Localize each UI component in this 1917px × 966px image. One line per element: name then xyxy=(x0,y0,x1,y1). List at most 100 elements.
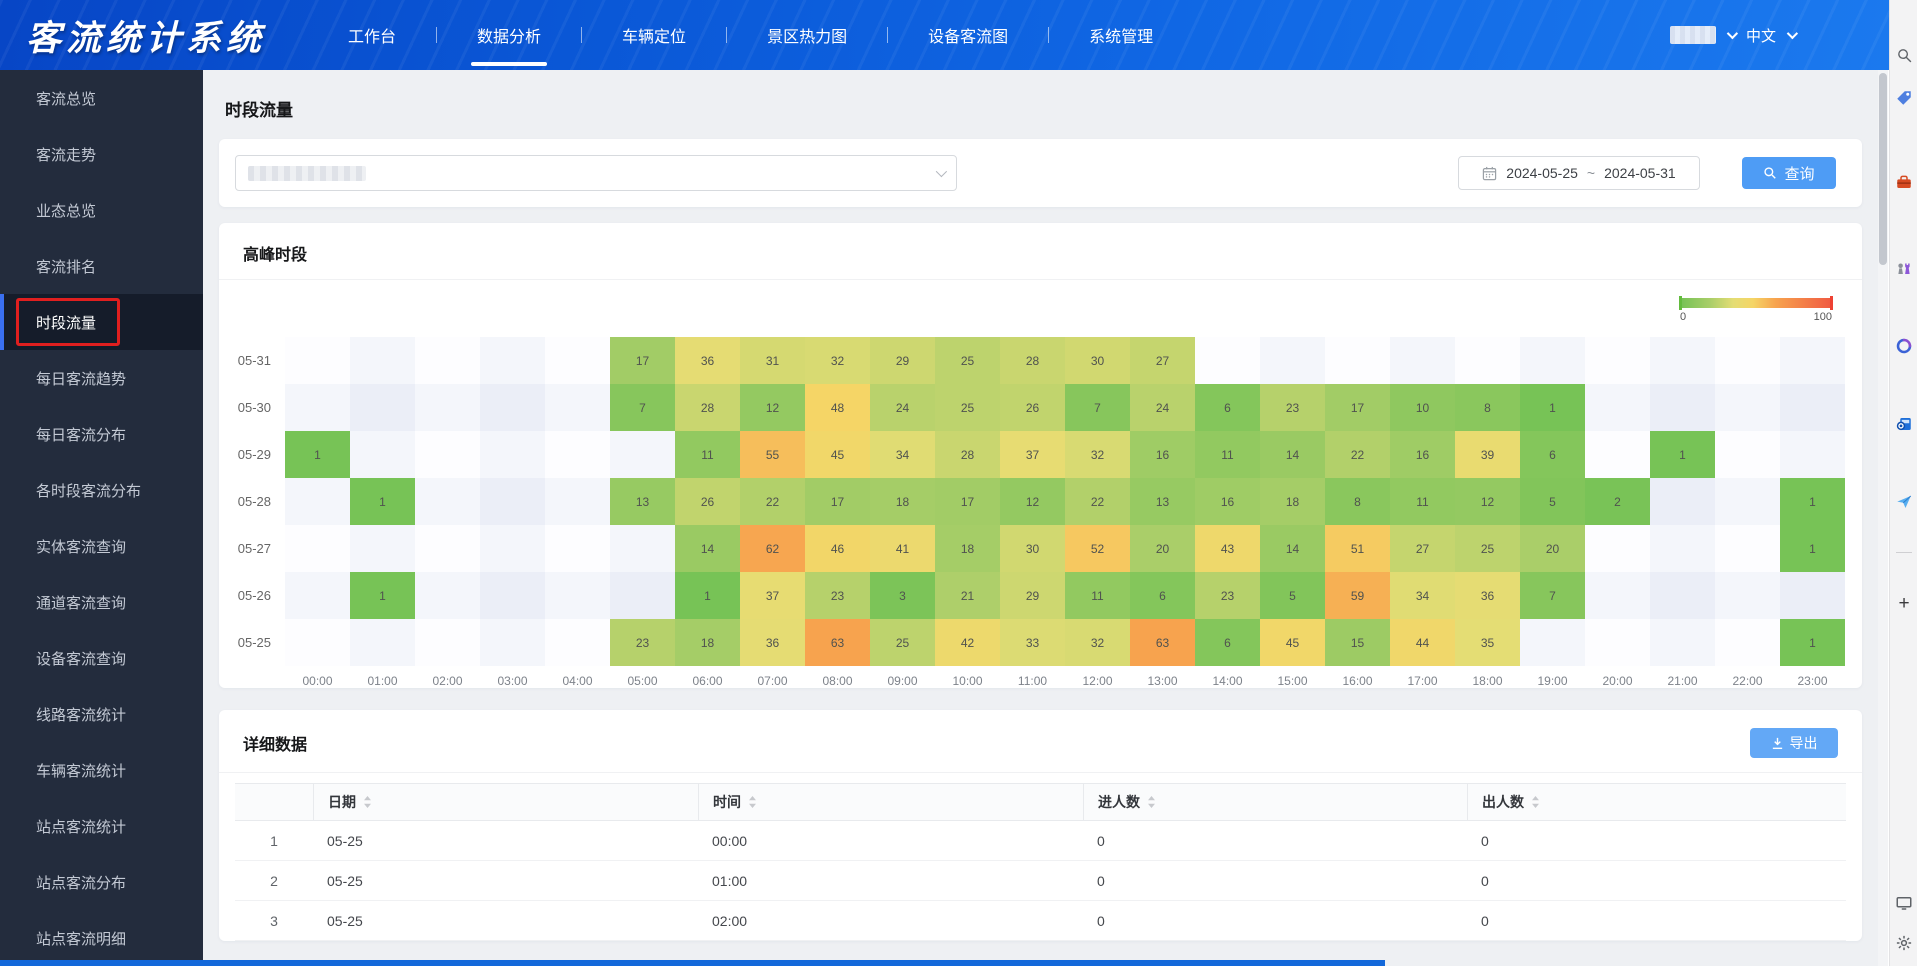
toolbox-icon[interactable] xyxy=(1894,172,1914,192)
heatmap-cell[interactable] xyxy=(480,337,545,384)
heatmap-cell[interactable]: 7 xyxy=(1065,384,1130,431)
sidebar-item-8[interactable]: 各时段客流分布 xyxy=(0,462,203,518)
query-button[interactable]: 查询 xyxy=(1742,157,1836,189)
heatmap-cell[interactable]: 27 xyxy=(1390,525,1455,572)
heatmap-cell[interactable] xyxy=(415,337,480,384)
heatmap-cell[interactable] xyxy=(480,525,545,572)
heatmap-cell[interactable] xyxy=(1650,337,1715,384)
heatmap-cell[interactable]: 15 xyxy=(1325,619,1390,666)
heatmap-cell[interactable]: 24 xyxy=(1130,384,1195,431)
heatmap-cell[interactable] xyxy=(545,384,610,431)
heatmap-cell[interactable]: 10 xyxy=(1390,384,1455,431)
heatmap-cell[interactable]: 1 xyxy=(1780,478,1845,525)
heatmap-cell[interactable]: 1 xyxy=(1780,525,1845,572)
heatmap-cell[interactable]: 23 xyxy=(1260,384,1325,431)
heatmap-cell[interactable]: 35 xyxy=(1455,619,1520,666)
sidebar-item-15[interactable]: 站点客流分布 xyxy=(0,854,203,910)
heatmap-cell[interactable] xyxy=(1715,384,1780,431)
heatmap-cell[interactable] xyxy=(480,619,545,666)
table-header-4[interactable]: 出人数 xyxy=(1467,784,1846,820)
table-row[interactable]: 305-2502:0000 xyxy=(235,901,1846,941)
heatmap-cell[interactable] xyxy=(1650,619,1715,666)
heatmap-cell[interactable] xyxy=(1780,431,1845,478)
sidebar-item-12[interactable]: 线路客流统计 xyxy=(0,686,203,742)
heatmap-cell[interactable]: 45 xyxy=(805,431,870,478)
heatmap-cell[interactable]: 17 xyxy=(610,337,675,384)
heatmap-cell[interactable] xyxy=(350,525,415,572)
heatmap-cell[interactable]: 20 xyxy=(1520,525,1585,572)
heatmap-cell[interactable]: 36 xyxy=(675,337,740,384)
heatmap-cell[interactable]: 11 xyxy=(1065,572,1130,619)
heatmap-cell[interactable]: 13 xyxy=(1130,478,1195,525)
heatmap-cell[interactable]: 27 xyxy=(1130,337,1195,384)
tag-icon[interactable] xyxy=(1894,88,1914,108)
heatmap-cell[interactable] xyxy=(610,431,675,478)
scenic-select[interactable] xyxy=(235,155,957,191)
sidebar-item-2[interactable]: 客流走势 xyxy=(0,126,203,182)
heatmap-cell[interactable]: 36 xyxy=(740,619,805,666)
heatmap-cell[interactable] xyxy=(545,619,610,666)
heatmap-cell[interactable]: 23 xyxy=(805,572,870,619)
heatmap-cell[interactable]: 5 xyxy=(1520,478,1585,525)
heatmap-cell[interactable] xyxy=(1780,384,1845,431)
heatmap-cell[interactable] xyxy=(480,478,545,525)
heatmap-cell[interactable] xyxy=(480,384,545,431)
heatmap-cell[interactable] xyxy=(610,572,675,619)
heatmap-cell[interactable] xyxy=(480,431,545,478)
app-scrollbar[interactable] xyxy=(1878,70,1888,966)
heatmap-cell[interactable]: 37 xyxy=(1000,431,1065,478)
heatmap-cell[interactable]: 31 xyxy=(740,337,805,384)
heatmap-cell[interactable]: 23 xyxy=(610,619,675,666)
scrollbar-thumb[interactable] xyxy=(1879,73,1887,265)
heatmap-cell[interactable]: 44 xyxy=(1390,619,1455,666)
heatmap-cell[interactable]: 24 xyxy=(870,384,935,431)
heatmap-cell[interactable] xyxy=(545,572,610,619)
heatmap-cell[interactable]: 8 xyxy=(1455,384,1520,431)
chevron-down-icon[interactable] xyxy=(1787,28,1798,39)
heatmap-cell[interactable]: 1 xyxy=(675,572,740,619)
heatmap-cell[interactable]: 52 xyxy=(1065,525,1130,572)
settings-icon[interactable] xyxy=(1894,933,1914,953)
heatmap-cell[interactable]: 45 xyxy=(1260,619,1325,666)
heatmap-cell[interactable]: 46 xyxy=(805,525,870,572)
heatmap-cell[interactable]: 3 xyxy=(870,572,935,619)
heatmap-cell[interactable]: 22 xyxy=(1065,478,1130,525)
heatmap-cell[interactable] xyxy=(610,525,675,572)
heatmap-cell[interactable]: 37 xyxy=(740,572,805,619)
heatmap-cell[interactable]: 25 xyxy=(1455,525,1520,572)
heatmap-cell[interactable] xyxy=(350,431,415,478)
heatmap-cell[interactable]: 42 xyxy=(935,619,1000,666)
heatmap-cell[interactable]: 62 xyxy=(740,525,805,572)
heatmap-cell[interactable]: 25 xyxy=(870,619,935,666)
sidebar-item-11[interactable]: 设备客流查询 xyxy=(0,630,203,686)
date-start[interactable]: 2024-05-25 xyxy=(1506,165,1578,181)
table-header-3[interactable]: 进人数 xyxy=(1083,784,1467,820)
heatmap-cell[interactable] xyxy=(1715,431,1780,478)
heatmap-cell[interactable]: 29 xyxy=(870,337,935,384)
heatmap-cell[interactable]: 18 xyxy=(935,525,1000,572)
heatmap-cell[interactable]: 23 xyxy=(1195,572,1260,619)
heatmap-cell[interactable] xyxy=(285,572,350,619)
username-redacted[interactable] xyxy=(1670,26,1716,44)
search-icon[interactable] xyxy=(1894,45,1914,65)
heatmap-cell[interactable]: 1 xyxy=(285,431,350,478)
heatmap-cell[interactable]: 14 xyxy=(1260,525,1325,572)
heatmap-cell[interactable]: 12 xyxy=(1455,478,1520,525)
heatmap-cell[interactable] xyxy=(1260,337,1325,384)
heatmap-cell[interactable]: 16 xyxy=(1130,431,1195,478)
nav-item-2[interactable]: 数据分析 xyxy=(437,0,581,70)
nav-item-1[interactable]: 工作台 xyxy=(308,0,436,70)
heatmap-cell[interactable] xyxy=(545,478,610,525)
heatmap-cell[interactable]: 59 xyxy=(1325,572,1390,619)
heatmap-cell[interactable]: 34 xyxy=(870,431,935,478)
nav-item-4[interactable]: 景区热力图 xyxy=(727,0,887,70)
heatmap-cell[interactable] xyxy=(1585,431,1650,478)
heatmap-cell[interactable]: 6 xyxy=(1130,572,1195,619)
heatmap-cell[interactable]: 32 xyxy=(805,337,870,384)
table-header-2[interactable]: 时间 xyxy=(698,784,1083,820)
heatmap-cell[interactable] xyxy=(285,384,350,431)
heatmap-cell[interactable] xyxy=(1195,337,1260,384)
heatmap-cell[interactable] xyxy=(415,384,480,431)
heatmap-cell[interactable]: 26 xyxy=(1000,384,1065,431)
heatmap-cell[interactable]: 12 xyxy=(740,384,805,431)
